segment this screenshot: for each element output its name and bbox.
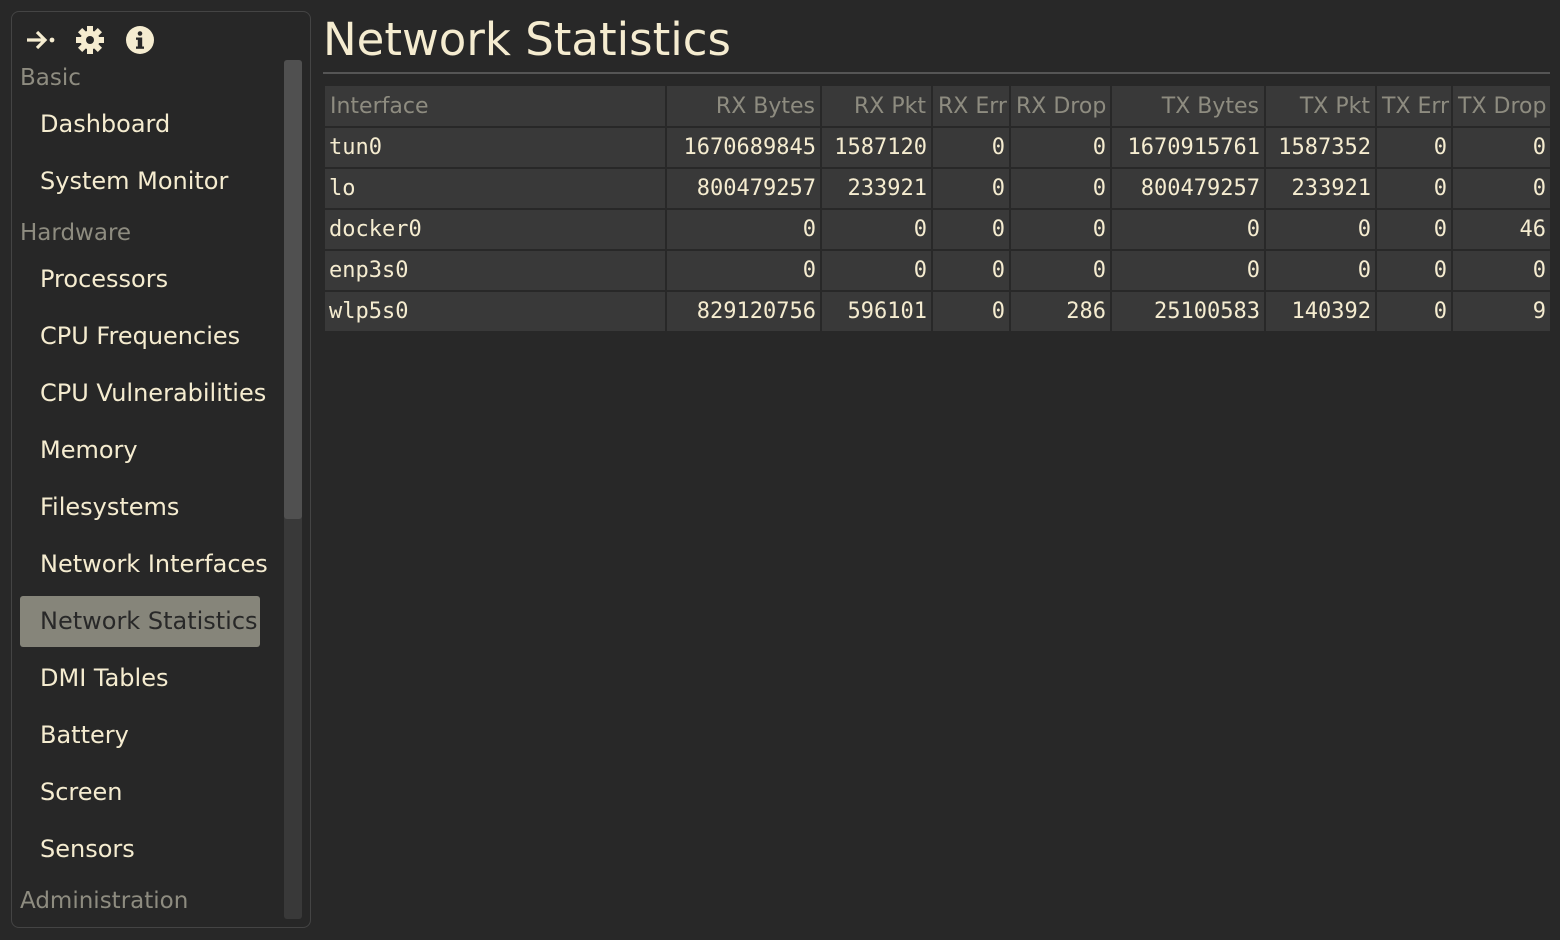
interface-name-cell: docker0 — [323, 208, 667, 251]
sidebar-group-label: Basic — [20, 65, 81, 91]
table-cell: 233921 — [1264, 167, 1377, 210]
about-button[interactable] — [124, 24, 156, 56]
table-cell: 0 — [665, 249, 822, 292]
sidebar-item-filesystems[interactable]: Filesystems — [20, 482, 260, 533]
table-cell: 0 — [1451, 126, 1552, 169]
sidebar: Basic Dashboard System Monitor Hardware Proc… — [11, 11, 311, 928]
table-cell: 0 — [1375, 290, 1453, 333]
table-cell: 596101 — [820, 290, 933, 333]
sidebar-item-battery[interactable]: Battery — [20, 710, 260, 761]
network-statistics-table: Interface RX Bytes RX Pkt RX Err RX Drop TX B… — [323, 84, 1552, 333]
table-cell: 0 — [1009, 249, 1112, 292]
table-row: wlp5s0 829120756 596101 0 286 25100583 140392 0… — [323, 290, 1552, 333]
table-cell: 0 — [1451, 249, 1552, 292]
sidebar-toolbar — [24, 24, 156, 56]
column-header-rx-bytes: RX Bytes — [665, 84, 822, 128]
table-cell: 0 — [1375, 167, 1453, 210]
table-cell: 233921 — [820, 167, 933, 210]
sidebar-nav: Basic Dashboard System Monitor Hardware Proc… — [12, 58, 282, 921]
table-cell: 0 — [931, 249, 1011, 292]
sidebar-item-dmi-tables[interactable]: DMI Tables — [20, 653, 260, 704]
interface-name-cell: tun0 — [323, 126, 667, 169]
table-cell: 0 — [931, 290, 1011, 333]
info-icon — [126, 26, 154, 54]
table-cell: 9 — [1451, 290, 1552, 333]
sidebar-scrollbar[interactable] — [284, 60, 302, 919]
table-cell: 0 — [820, 249, 933, 292]
table-cell: 0 — [931, 208, 1011, 251]
sidebar-item-sensors[interactable]: Sensors — [20, 824, 260, 875]
exit-button[interactable] — [24, 24, 56, 56]
settings-button[interactable] — [74, 24, 106, 56]
table-cell: 1587352 — [1264, 126, 1377, 169]
column-header-interface: Interface — [323, 84, 667, 128]
table-cell: 800479257 — [1110, 167, 1266, 210]
sidebar-scrollbar-thumb[interactable] — [284, 60, 302, 519]
sidebar-item-screen[interactable]: Screen — [20, 767, 260, 818]
table-cell: 1587120 — [820, 126, 933, 169]
column-header-tx-err: TX Err — [1375, 84, 1453, 128]
sidebar-item-cpu-frequencies[interactable]: CPU Frequencies — [20, 311, 260, 362]
table-cell: 0 — [1375, 249, 1453, 292]
table-row: enp3s0 0 0 0 0 0 0 0 0 — [323, 249, 1552, 292]
main-content: Network Statistics Interface RX Bytes RX P… — [323, 0, 1552, 333]
column-header-tx-pkt: TX Pkt — [1264, 84, 1377, 128]
table-cell: 800479257 — [665, 167, 822, 210]
table-cell: 0 — [1110, 208, 1266, 251]
table-cell: 286 — [1009, 290, 1112, 333]
sidebar-group-label: Administration — [20, 888, 189, 914]
title-divider — [323, 72, 1550, 74]
page-title: Network Statistics — [323, 13, 731, 66]
table-cell: 0 — [665, 208, 822, 251]
table-row: tun0 1670689845 1587120 0 0 1670915761 1587352… — [323, 126, 1552, 169]
sidebar-item-processors[interactable]: Processors — [20, 254, 260, 305]
sidebar-item-network-statistics[interactable]: Network Statistics — [20, 596, 260, 647]
column-header-tx-drop: TX Drop — [1451, 84, 1552, 128]
table-cell: 0 — [931, 126, 1011, 169]
table-cell: 0 — [820, 208, 933, 251]
table-cell: 0 — [1375, 126, 1453, 169]
table-cell: 46 — [1451, 208, 1552, 251]
table-cell: 0 — [1375, 208, 1453, 251]
column-header-tx-bytes: TX Bytes — [1110, 84, 1266, 128]
table-cell: 0 — [1009, 208, 1112, 251]
table-header-row: Interface RX Bytes RX Pkt RX Err RX Drop TX B… — [323, 84, 1552, 128]
sidebar-group-label: Hardware — [20, 220, 132, 246]
table-cell: 25100583 — [1110, 290, 1266, 333]
sidebar-item-system-monitor[interactable]: System Monitor — [20, 156, 260, 207]
table-row: docker0 0 0 0 0 0 0 0 46 — [323, 208, 1552, 251]
table-cell: 1670689845 — [665, 126, 822, 169]
column-header-rx-pkt: RX Pkt — [820, 84, 933, 128]
interface-name-cell: wlp5s0 — [323, 290, 667, 333]
table-cell: 0 — [1451, 167, 1552, 210]
gear-icon — [76, 26, 104, 54]
sidebar-item-memory[interactable]: Memory — [20, 425, 260, 476]
interface-name-cell: enp3s0 — [323, 249, 667, 292]
table-cell: 0 — [931, 167, 1011, 210]
interface-name-cell: lo — [323, 167, 667, 210]
table-cell: 1670915761 — [1110, 126, 1266, 169]
table-cell: 0 — [1264, 249, 1377, 292]
sidebar-item-dashboard[interactable]: Dashboard — [20, 99, 260, 150]
column-header-rx-err: RX Err — [931, 84, 1011, 128]
table-row: lo 800479257 233921 0 0 800479257 233921 0 0 — [323, 167, 1552, 210]
sidebar-item-cpu-vulnerabilities[interactable]: CPU Vulnerabilities — [20, 368, 266, 419]
exit-arrow-icon — [27, 30, 55, 50]
table-cell: 0 — [1264, 208, 1377, 251]
table-cell: 140392 — [1264, 290, 1377, 333]
table-cell: 0 — [1009, 167, 1112, 210]
table-cell: 0 — [1110, 249, 1266, 292]
table-body: tun0 1670689845 1587120 0 0 1670915761 1587352… — [323, 126, 1552, 333]
sidebar-item-network-interfaces[interactable]: Network Interfaces — [20, 539, 268, 590]
table-cell: 0 — [1009, 126, 1112, 169]
column-header-rx-drop: RX Drop — [1009, 84, 1112, 128]
table-cell: 829120756 — [665, 290, 822, 333]
